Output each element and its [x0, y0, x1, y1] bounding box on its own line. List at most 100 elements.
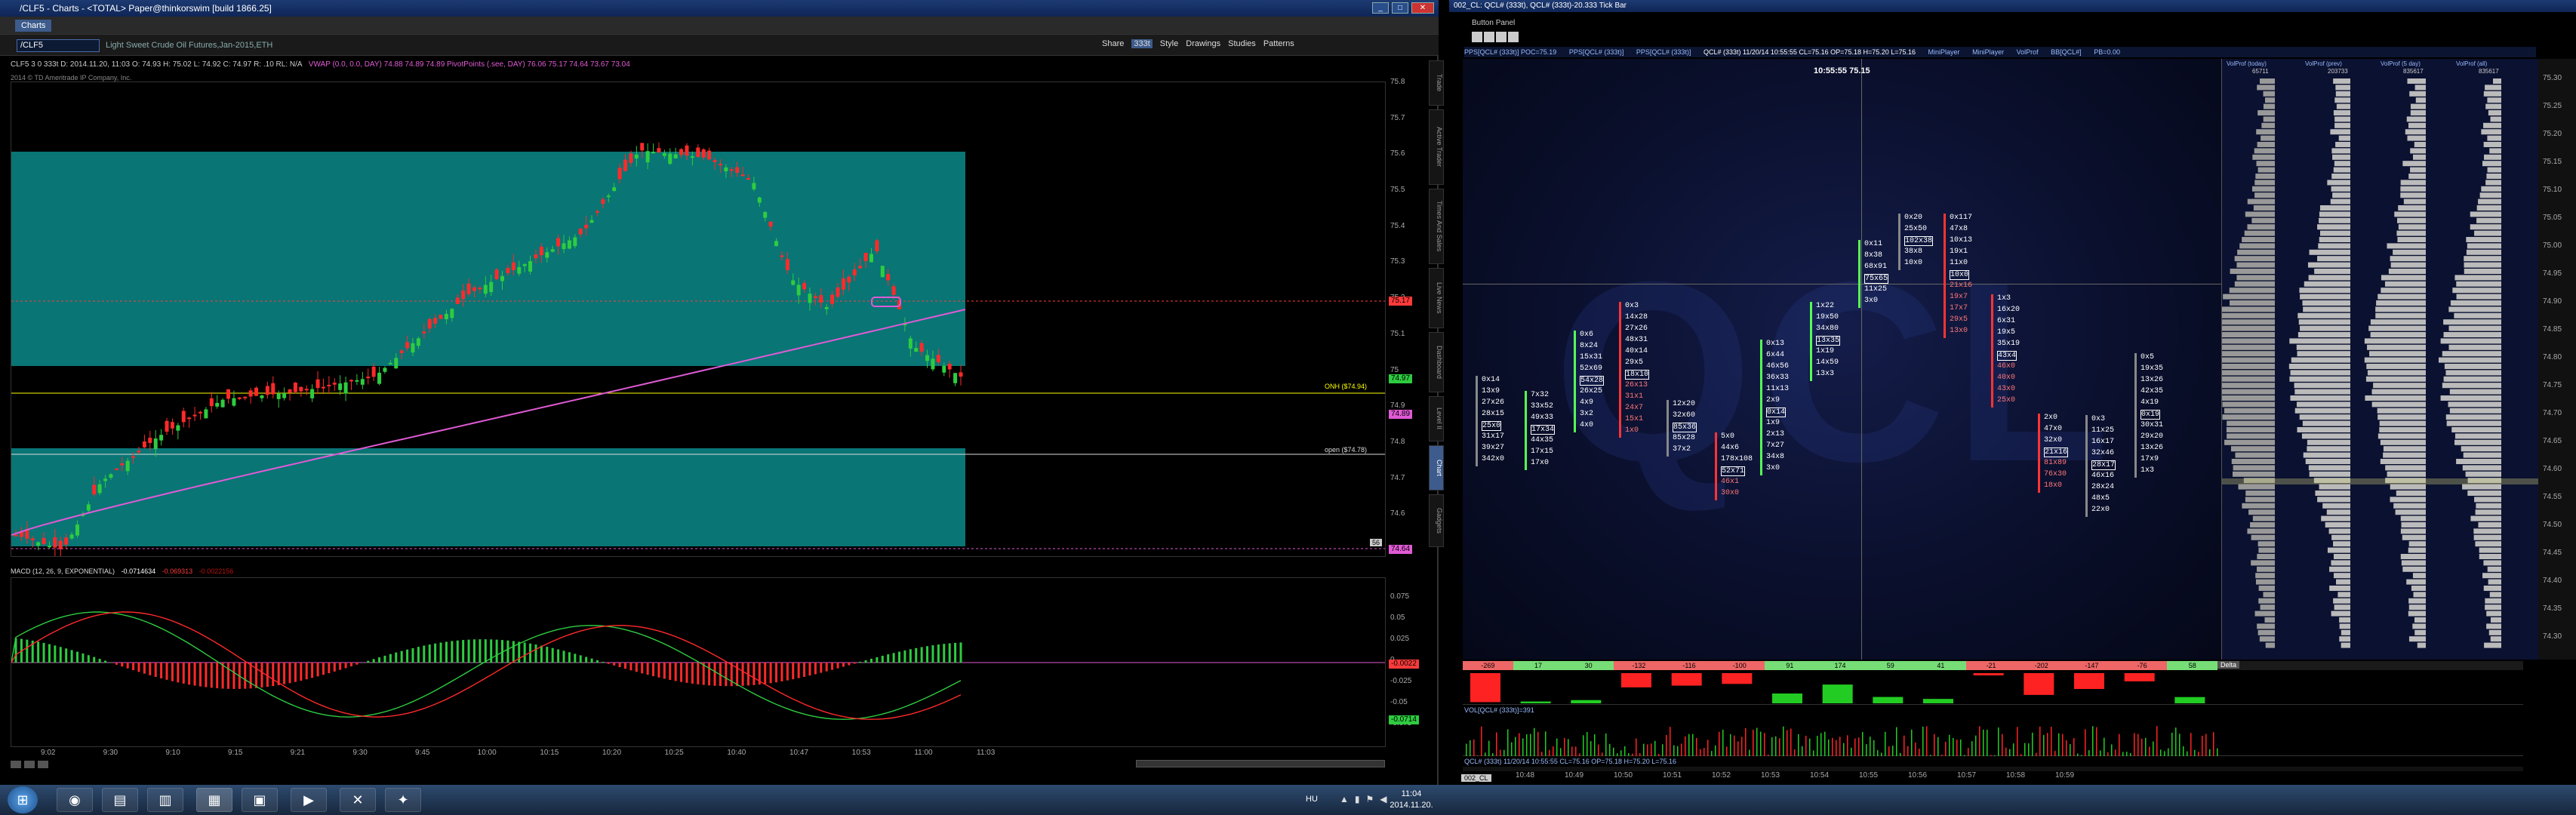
profile-bar [2257, 167, 2275, 173]
profile-bar [2297, 351, 2350, 357]
profile-column [2288, 78, 2350, 648]
candle-body [343, 382, 348, 394]
side-tab-active-trader[interactable]: Active Trader [1429, 109, 1444, 185]
share-button[interactable]: Share [1102, 39, 1124, 48]
notes-icon[interactable]: ▥ [147, 788, 183, 812]
footprint-cell: 0x11 [1864, 240, 1883, 248]
chrome-icon[interactable]: ◉ [57, 788, 93, 812]
excel-icon[interactable]: ✕ [340, 788, 376, 812]
side-tab-trade[interactable]: Trade [1429, 60, 1444, 106]
profile-bar [2264, 617, 2275, 623]
header-tab-1[interactable]: PPS[QCL# (333t)] POC=75.19 [1464, 48, 1556, 56]
volume-bar [2141, 738, 2143, 756]
header-tab-7[interactable]: VolProf [2017, 48, 2039, 56]
panel-button-1[interactable] [1472, 32, 1482, 42]
macd-bar [546, 647, 549, 663]
delta-cell: 174 [1814, 661, 1866, 670]
macd-bar [618, 663, 621, 668]
panel-button-2[interactable] [1484, 32, 1494, 42]
delta-cell: -76 [2116, 661, 2168, 670]
footprint-cell: 28x24 [2091, 483, 2115, 491]
tray-arrow-icon[interactable]: ▲ [1340, 794, 1349, 804]
ninjatrader-icon[interactable]: ▣ [242, 788, 278, 812]
volume-bar [1553, 746, 1554, 756]
style-button[interactable]: Style [1160, 39, 1178, 48]
tab-charts[interactable]: Charts [15, 20, 52, 32]
footprint-cell: 16x17 [2091, 438, 2115, 446]
minimize-button[interactable]: _ [1372, 2, 1389, 14]
file-explorer-icon[interactable]: ▤ [102, 788, 138, 812]
volume-bar [2024, 743, 2026, 756]
profile-bar [2408, 122, 2426, 128]
header-tab-6[interactable]: MiniPlayer [1972, 48, 2004, 56]
profile-bar [2332, 154, 2350, 160]
volume-icon[interactable]: ◀ [1380, 794, 1386, 804]
zoom-in-icon[interactable] [11, 761, 21, 768]
profile-bar [2256, 566, 2275, 572]
macd-bar [842, 663, 845, 667]
header-tab-4[interactable]: QCL# (333t) 11/20/14 10:55:55 CL=75.16 O… [1703, 48, 1916, 56]
bottom-tab[interactable]: 002_CL [1461, 774, 1491, 782]
profile-bar [2222, 332, 2275, 337]
volume-bars [1466, 726, 2218, 756]
header-tab-9[interactable]: PB=0.00 [2094, 48, 2120, 56]
volume-bar [1530, 734, 1531, 756]
header-tab-2[interactable]: PPS[QCL# (333t)] [1569, 48, 1624, 56]
side-tab-dashboard[interactable]: Dashboard [1429, 332, 1444, 392]
macd-bar [199, 663, 202, 687]
candle-body [919, 343, 924, 352]
horizontal-scrollbar[interactable] [1136, 760, 1385, 767]
time-axis-tick: 10:47 [789, 749, 809, 757]
volume-bar [1862, 732, 1864, 756]
panel-button-4[interactable] [1508, 32, 1519, 42]
macd-panel[interactable] [11, 577, 1386, 747]
volume-bar [2183, 746, 2184, 756]
side-tab-level2[interactable]: Level II [1429, 396, 1444, 441]
reset-icon[interactable] [38, 761, 48, 768]
profile-bar [2257, 142, 2275, 147]
network-icon[interactable]: ▮ [1355, 794, 1360, 804]
header-tab-3[interactable]: PPS[QCL# (333t)] [1636, 48, 1691, 56]
macd-bar [495, 639, 498, 663]
language-indicator[interactable]: HU [1306, 795, 1318, 804]
drawings-button[interactable]: Drawings [1186, 39, 1220, 48]
profile-bar [2387, 243, 2426, 249]
maximize-button[interactable]: □ [1392, 2, 1408, 14]
footprint-cell: 4x19 [2141, 398, 2159, 407]
tool-icon[interactable]: ✦ [385, 788, 421, 812]
candle-body [142, 441, 146, 447]
aggregation-button[interactable]: 333t [1131, 39, 1153, 48]
footprint-chart-area[interactable]: QCL 10:55:55 75.15 0x14 13x9 27x26 28x15 25x… [1463, 59, 2221, 660]
bullseye-icon[interactable]: ▶ [291, 788, 327, 812]
symbol-input[interactable]: /CLF5 [17, 39, 100, 52]
flag-icon[interactable]: ⚑ [1366, 794, 1374, 804]
studies-button[interactable]: Studies [1228, 39, 1256, 48]
side-tab-times-sales[interactable]: Times And Sales [1429, 189, 1444, 264]
profile-bar [2331, 148, 2350, 154]
profile-bar [2335, 91, 2350, 97]
clock[interactable]: 11:04 2014.11.20. [1389, 789, 1434, 811]
header-tab-8[interactable]: BB[QCL#] [2051, 48, 2082, 56]
side-tab-chart[interactable]: Chart [1429, 445, 1444, 491]
start-button[interactable]: ⊞ [8, 786, 38, 813]
left-window-title-text: /CLF5 - Charts - <TOTAL> Paper@thinkorsw… [20, 3, 272, 14]
candles [14, 142, 963, 556]
candle-body [69, 534, 74, 539]
zoom-out-icon[interactable] [24, 761, 35, 768]
volume-bar [1998, 727, 1999, 756]
volume-bar [1768, 755, 1769, 756]
patterns-button[interactable]: Patterns [1263, 39, 1294, 48]
side-tab-gadgets[interactable]: Gadgets [1429, 494, 1444, 547]
footprint-cell: 10x0 [1904, 259, 1923, 267]
panel-button-3[interactable] [1496, 32, 1507, 42]
thinkorswim-icon[interactable]: ▦ [196, 788, 232, 812]
close-button[interactable]: ✕ [1411, 2, 1434, 14]
profile-bar [2393, 503, 2426, 509]
price-panel[interactable]: ONH ($74.94) open ($74.78) 56 [11, 82, 1386, 557]
profile-bar [2407, 78, 2426, 84]
header-tab-5[interactable]: MiniPlayer [1928, 48, 1960, 56]
side-tab-live-news[interactable]: Live News [1429, 268, 1444, 328]
macd-bar [383, 655, 386, 663]
profile-bar [2319, 230, 2350, 236]
macd-bar [954, 642, 957, 663]
